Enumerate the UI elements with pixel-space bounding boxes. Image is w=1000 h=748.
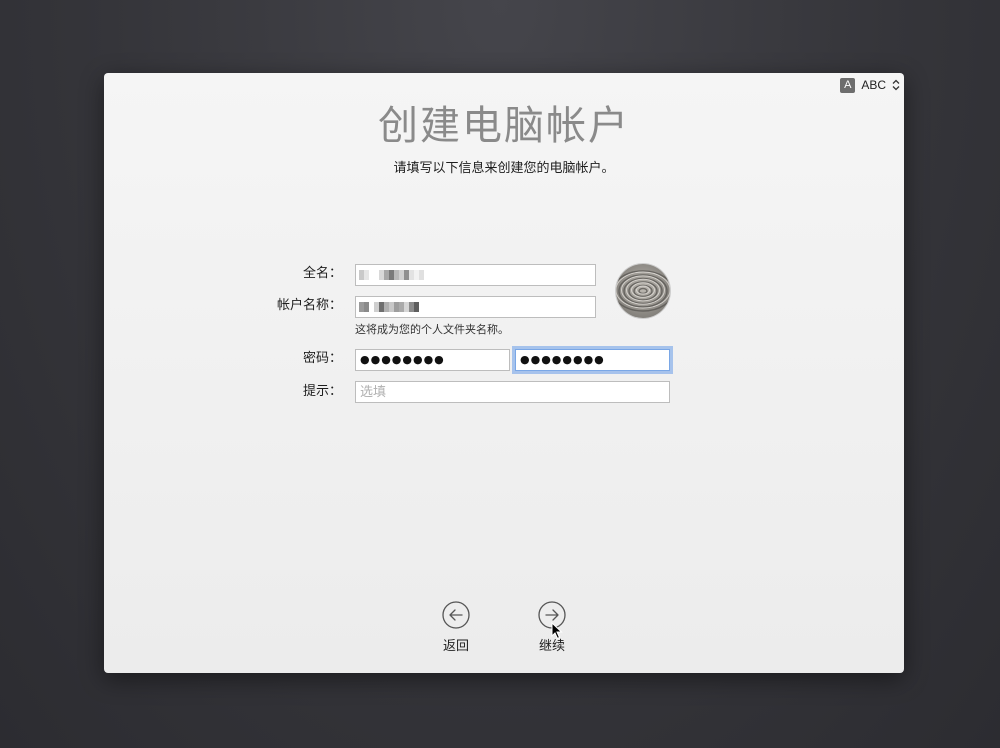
input-source-name: ABC: [861, 78, 886, 92]
back-button[interactable]: 返回: [426, 601, 486, 654]
account-name-field[interactable]: [355, 296, 596, 318]
verify-password-field[interactable]: ●●●●●●●●: [515, 349, 670, 371]
redacted-account-name: [359, 302, 419, 312]
chevron-updown-icon: [892, 79, 900, 91]
setup-assistant-window: A ABC 创建电脑帐户 请填写以下信息来创建您的电脑帐户。 全名： 帐户名称：…: [104, 73, 904, 673]
page-title: 创建电脑帐户: [378, 103, 630, 149]
hint-label: 提示：: [302, 384, 342, 399]
account-name-label: 帐户名称：: [276, 298, 342, 313]
full-name-label: 全名：: [302, 266, 342, 281]
arrow-right-circle-icon: [538, 601, 566, 629]
password-label: 密码：: [302, 351, 342, 366]
password-hint-input[interactable]: [355, 381, 670, 403]
input-source-menu[interactable]: A ABC: [840, 77, 900, 93]
full-name-field[interactable]: [355, 264, 596, 286]
continue-button[interactable]: 继续: [522, 601, 582, 654]
arrow-left-circle-icon: [442, 601, 470, 629]
redacted-full-name: [359, 270, 424, 280]
input-source-icon: A: [840, 77, 856, 93]
user-picture-avatar[interactable]: [616, 264, 670, 318]
account-name-hint: 这将成为您的个人文件夹名称。: [355, 323, 509, 336]
password-field[interactable]: ●●●●●●●●: [355, 349, 510, 371]
continue-label: 继续: [538, 639, 565, 654]
back-label: 返回: [442, 639, 469, 654]
page-subtitle: 请填写以下信息来创建您的电脑帐户。: [393, 161, 615, 176]
zen-sand-picture: [616, 264, 670, 318]
